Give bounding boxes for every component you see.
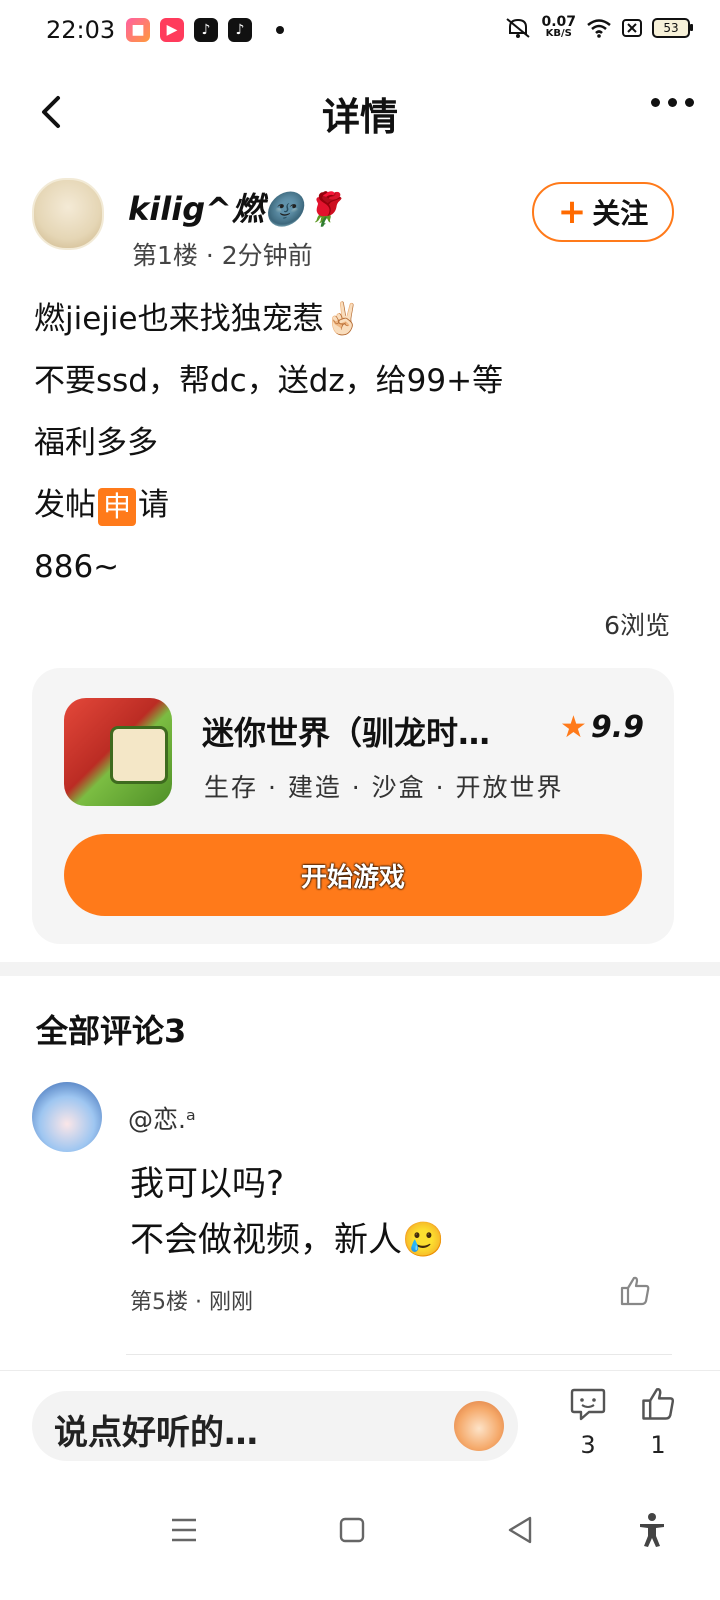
comment-item: @恋.ᵃ 我可以吗? 不会做视频，新人🥲 第5楼 · 刚刚 [32,1082,692,1352]
follow-button[interactable]: + 关注 [532,182,674,242]
more-notifications-dot [276,26,284,34]
post-meta: 第1楼 · 2分钟前 [132,236,313,272]
post-line: 886~ [34,549,120,585]
view-count: 6浏览 [604,611,670,640]
post-author: kilig^燃🌚🌹 第1楼 · 2分钟前 + 关注 [32,178,692,270]
net-speed-unit: KB/S [545,28,572,39]
net-speed-value: 0.07 [541,14,576,30]
plus-icon: + [557,192,587,232]
comment-count: 3 [580,1431,596,1459]
game-rating: ★ 9.9 [560,710,644,745]
game-tags: 生存 · 建造 · 沙盒 · 开放世界 [204,773,564,802]
menu-icon[interactable] [164,1510,204,1550]
page-title: 详情 [321,95,398,139]
tiktok-icon: ♪ [194,18,218,42]
likes-action[interactable]: 1 [628,1385,688,1459]
star-icon: ★ [559,710,587,745]
section-divider [0,962,720,976]
comment-divider [126,1354,672,1355]
system-nav-bar [0,1480,720,1600]
post-line: 不要ssd，帮dc，送dz，给99+等 [34,363,504,399]
status-time: 22:03 [46,16,116,44]
tiktok-icon: ♪ [228,18,252,42]
author-name[interactable]: kilig^燃🌚🌹 [128,184,344,230]
floor-number: 第1楼 [132,241,198,270]
comment-line: 不会做视频，新人🥲 [130,1220,445,1260]
avatar[interactable] [32,178,104,250]
back-icon[interactable] [500,1510,540,1550]
comment-text: 我可以吗? 不会做视频，新人🥲 [130,1156,444,1268]
like-count: 1 [650,1431,666,1459]
notification-icons: ■ ▶ ♪ ♪ [126,18,284,42]
game-card[interactable]: 迷你世界（驯龙时… ★ 9.9 生存 · 建造 · 沙盒 · 开放世界 开始游戏 [32,668,674,944]
sim-icon [622,19,642,37]
thumbs-up-icon [642,1388,675,1420]
rating-value: 9.9 [590,710,644,745]
status-bar: 22:03 ■ ▶ ♪ ♪ 0.07 KB/S 53 [0,0,720,64]
separator-dot: · [205,241,222,270]
comment-floor: 第5楼 [130,1290,188,1315]
comment-meta: 第5楼 · 刚刚 [130,1284,253,1316]
post-time: 2分钟前 [221,241,313,270]
comment-input-placeholder: 说点好听的… [54,1413,258,1453]
wifi-icon [587,19,611,38]
post-line-part: 请 [138,487,169,523]
comment-line: 我可以吗? [130,1164,285,1204]
comments-action[interactable]: 3 [558,1385,618,1459]
start-game-button[interactable]: 开始游戏 [64,834,642,916]
game-icon[interactable] [64,698,172,806]
top-bar: 详情 [0,70,720,150]
comment-bubble-icon [570,1388,606,1421]
net-speed: 0.07 KB/S [541,14,576,40]
thumbs-up-icon[interactable] [618,1274,652,1308]
game-name[interactable]: 迷你世界（驯龙时… [202,708,542,754]
battery-level: 53 [663,21,679,35]
bottom-bar: 说点好听的… 3 1 [0,1370,720,1481]
post-content: 燃jiejie也来找独宠惹✌🏻 不要ssd，帮dc，送dz，给99+等 福利多多… [34,288,684,598]
comment-time: 刚刚 [209,1290,254,1315]
status-right: 0.07 KB/S 53 [505,14,693,40]
post-line-apply: 发帖申请 [34,474,684,536]
comments-title: 全部评论3 [36,1012,187,1050]
comment-input[interactable]: 说点好听的… [32,1391,518,1461]
post-line: 燃jiejie也来找独宠惹✌🏻 [34,301,363,337]
post-line: 福利多多 [34,425,158,461]
apply-badge-icon: 申 [98,487,136,526]
battery-icon: 53 [652,18,693,38]
game-character-icon [110,726,168,784]
app-icon-1: ■ [126,18,150,42]
separator-dot: · [195,1290,209,1315]
commenter-name[interactable]: @恋.ᵃ [128,1100,196,1136]
mute-icon [506,18,531,38]
video-icon: ▶ [160,18,184,42]
avatar[interactable] [32,1082,102,1152]
more-options-icon[interactable] [651,98,694,107]
follow-label: 关注 [592,197,649,230]
emoji-mascot-icon[interactable] [454,1401,504,1451]
post-line-part: 发帖 [34,487,96,523]
accessibility-icon[interactable] [632,1510,672,1550]
home-icon[interactable] [332,1510,372,1550]
